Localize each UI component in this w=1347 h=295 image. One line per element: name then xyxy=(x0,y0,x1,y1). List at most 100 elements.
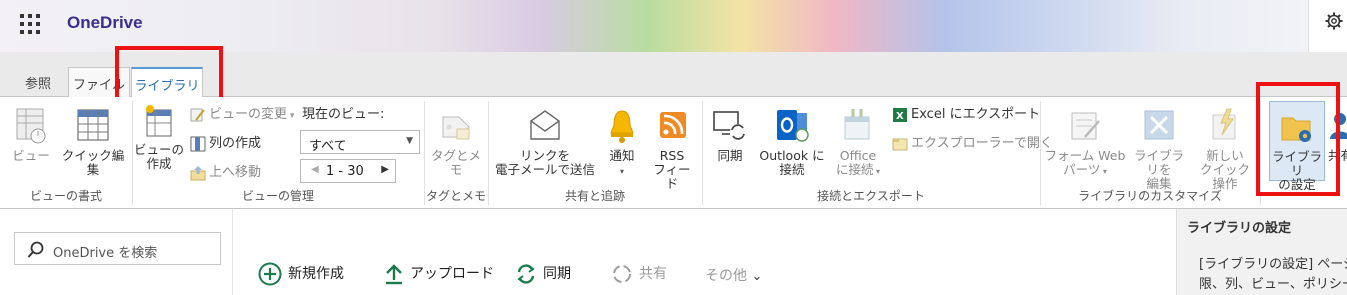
paging-range: 1 - 30 xyxy=(326,164,364,179)
tags-notes-button[interactable]: タグとメモ xyxy=(428,107,484,177)
email-link-label-1: リンクを xyxy=(519,148,570,163)
sync-command-button[interactable]: 同期 xyxy=(515,263,571,285)
create-view-button[interactable]: ビューの 作成 xyxy=(134,105,184,171)
search-icon xyxy=(27,241,44,258)
current-view-select[interactable]: すべて ▼ xyxy=(300,130,420,154)
new-button[interactable]: 新規作成 xyxy=(258,262,344,286)
edit-library-label-1: ライブラリを xyxy=(1133,148,1184,177)
current-view-value: すべて xyxy=(309,139,347,154)
form-web-parts-icon xyxy=(1071,112,1100,140)
connect-office-label-1: Office xyxy=(839,148,877,163)
outlook-icon xyxy=(777,110,809,142)
view-button[interactable]: ビュー xyxy=(6,107,56,163)
navigate-up-button[interactable]: 上へ移動 xyxy=(190,161,261,181)
quick-step-icon xyxy=(1212,108,1236,140)
export-excel-label: Excel にエクスポート xyxy=(911,107,1041,122)
next-page-icon[interactable]: ▶ xyxy=(381,164,389,175)
create-view-icon xyxy=(146,105,172,137)
edit-library-icon xyxy=(1144,110,1174,140)
group-label-customize: ライブラリのカスタマイズ xyxy=(1078,189,1222,203)
connect-outlook-label-2: 接続 xyxy=(779,162,805,177)
form-web-parts-label-2: パーツ xyxy=(1063,162,1101,177)
svg-text:X: X xyxy=(896,111,904,122)
new-button-label: 新規作成 xyxy=(288,266,344,282)
more-button-label: その他 xyxy=(705,268,747,284)
modify-view-button[interactable]: ビューの変更 ▾ xyxy=(190,103,294,123)
email-link-label-2: 電子メールで送信 xyxy=(494,162,595,177)
highlight-box-library-settings xyxy=(1256,82,1340,196)
create-column-button[interactable]: 列の作成 xyxy=(190,132,261,152)
help-panel-text-line2: 限、列、ビュー、ポリシーな xyxy=(1199,277,1347,292)
connect-outlook-label-1: Outlook に xyxy=(759,148,825,163)
more-button[interactable]: その他 ⌄ xyxy=(705,265,762,285)
sync-button[interactable]: 同期 xyxy=(706,107,754,163)
explorer-icon xyxy=(892,138,908,150)
view-icon xyxy=(16,108,46,144)
create-column-icon xyxy=(190,136,206,151)
create-column-label: 列の作成 xyxy=(209,136,262,151)
create-view-label-1: ビューの xyxy=(134,142,185,157)
email-link-button[interactable]: リンクを 電子メールで送信 xyxy=(494,107,596,177)
connect-outlook-button[interactable]: Outlook に 接続 xyxy=(756,107,828,177)
alert-me-button[interactable]: 通知 ▾ xyxy=(600,107,644,179)
open-explorer-button[interactable]: エクスプローラーで開く xyxy=(892,132,1053,152)
upload-icon xyxy=(386,264,402,285)
sync-icon xyxy=(517,264,535,284)
export-excel-button[interactable]: X Excel にエクスポート xyxy=(892,103,1040,123)
modify-view-label: ビューの変更 xyxy=(209,107,288,122)
new-quick-step-label-1: 新しい xyxy=(1206,148,1244,163)
connect-office-label-2: に接続 xyxy=(835,162,874,177)
quick-edit-icon xyxy=(77,109,109,141)
form-web-parts-button[interactable]: フォーム Web パーツ ▾ xyxy=(1044,107,1126,179)
sync-icon xyxy=(713,111,746,140)
rss-feed-label-1: RSS xyxy=(659,148,685,163)
office-connect-icon xyxy=(844,109,870,140)
ribbon: ビュー クイック編集 ビューの書式 ビューの 作成 ビューの変更 ▾ 列の作成 … xyxy=(0,97,1347,209)
rss-icon xyxy=(660,112,686,138)
upload-button-label: アップロード xyxy=(410,266,494,282)
dropdown-arrow-icon: ▼ xyxy=(406,136,413,146)
form-web-parts-label-1: フォーム Web xyxy=(1044,148,1126,163)
upload-button[interactable]: アップロード xyxy=(384,263,494,285)
navigate-up-icon xyxy=(190,165,206,180)
chevron-down-icon: ▾ xyxy=(619,167,624,176)
modify-view-icon xyxy=(190,108,205,121)
new-quick-step-button[interactable]: 新しい クイック操作 xyxy=(1194,107,1256,191)
navigate-up-label: 上へ移動 xyxy=(209,165,262,180)
tags-notes-label: タグとメモ xyxy=(430,148,481,177)
tag-icon xyxy=(442,116,470,140)
excel-icon: X xyxy=(893,107,907,122)
search-placeholder: OneDrive を検索 xyxy=(53,246,158,261)
quick-edit-button[interactable]: クイック編集 xyxy=(58,107,128,177)
previous-page-icon[interactable]: ◀ xyxy=(311,164,319,175)
group-label-view-format: ビューの書式 xyxy=(29,189,102,203)
share-button[interactable]: 共有 xyxy=(611,263,667,285)
suite-bar: OneDrive xyxy=(0,0,1347,52)
app-launcher-icon[interactable] xyxy=(20,14,40,34)
group-label-view-manage: ビューの管理 xyxy=(241,189,314,203)
rss-feed-button[interactable]: RSS フィード xyxy=(648,107,696,191)
group-label-share-track: 共有と追跡 xyxy=(564,189,625,203)
gear-icon xyxy=(1325,12,1343,30)
current-view-label: 現在のビュー: xyxy=(302,107,385,122)
open-explorer-label: エクスプローラーで開く xyxy=(911,136,1053,151)
sync-command-label: 同期 xyxy=(543,266,571,282)
tab-browse[interactable]: 参照 xyxy=(14,67,62,97)
quick-edit-label: クイック編集 xyxy=(61,148,125,177)
help-panel-text-line1: [ライブラリの設定] ページ xyxy=(1199,257,1347,272)
search-box[interactable]: OneDrive を検索 xyxy=(14,232,221,265)
app-title[interactable]: OneDrive xyxy=(67,13,143,33)
settings-button[interactable] xyxy=(1308,0,1347,52)
group-label-connect-export: 接続とエクスポート xyxy=(817,189,925,203)
add-icon xyxy=(258,262,282,286)
edit-library-button[interactable]: ライブラリを 編集 xyxy=(1128,107,1190,191)
email-icon xyxy=(530,110,560,140)
group-label-tags: タグとメモ xyxy=(425,189,486,203)
connect-office-button[interactable]: Office に接続 ▾ xyxy=(832,107,884,179)
help-callout-panel: ライブラリの設定 [ライブラリの設定] ページ 限、列、ビュー、ポリシーな xyxy=(1176,209,1347,295)
alert-me-label: 通知 xyxy=(609,148,635,163)
share-button-label: 共有 xyxy=(639,266,667,282)
paging-control: ◀ 1 - 30 ▶ xyxy=(300,159,396,183)
bell-icon xyxy=(610,110,634,143)
share-icon xyxy=(613,265,631,283)
